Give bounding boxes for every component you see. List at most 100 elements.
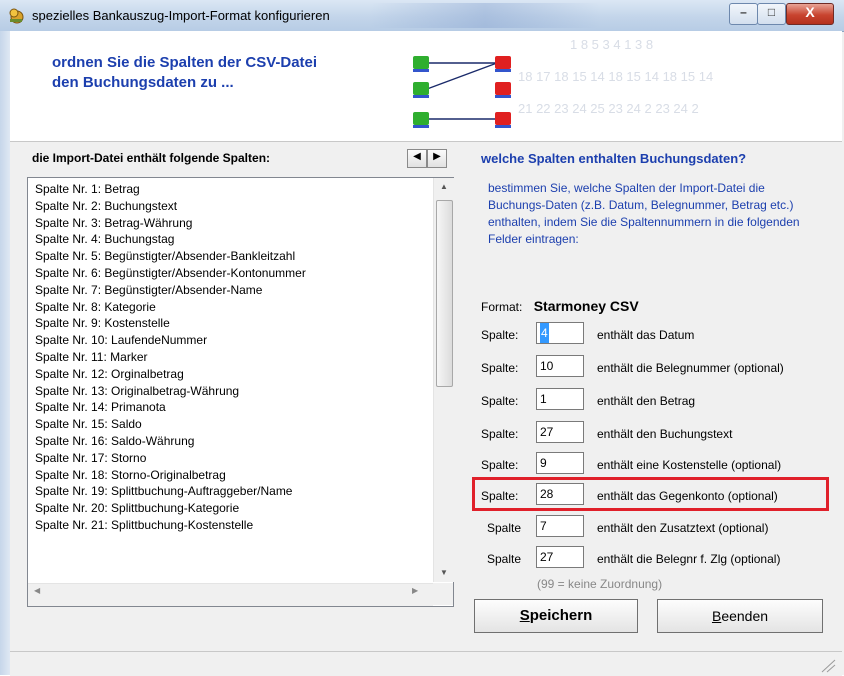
- close-mnemonic: B: [711, 608, 722, 624]
- mapping-row: Spalte 7 enthält den Zusatztext (optional): [481, 515, 831, 541]
- mapping-label: Spalte: [487, 521, 522, 535]
- list-item[interactable]: Spalte Nr. 5: Begünstigter/Absender-Bank…: [28, 248, 433, 265]
- header-banner: ordnen Sie die Spalten der CSV-Datei den…: [10, 31, 842, 142]
- window-frame-left: [0, 31, 10, 675]
- list-item[interactable]: Spalte Nr. 17: Storno: [28, 450, 433, 467]
- column-number-value: 7: [540, 519, 547, 533]
- column-number-value: 1: [540, 392, 547, 406]
- scroll-corner: [433, 583, 453, 605]
- mapping-row: Spalte: 1 enthält den Betrag: [481, 388, 831, 414]
- booking-data-heading: welche Spalten enthalten Buchungsdaten?: [481, 151, 747, 166]
- list-item[interactable]: Spalte Nr. 7: Begünstigter/Absender-Name: [28, 282, 433, 299]
- list-item[interactable]: Spalte Nr. 2: Buchungstext: [28, 198, 433, 215]
- list-item[interactable]: Spalte Nr. 18: Storno-Originalbetrag: [28, 467, 433, 484]
- mapping-description: enthält den Betrag: [597, 394, 696, 408]
- mapping-row: Spalte: 4 enthält das Datum: [481, 322, 831, 348]
- mapping-description: enthält die Belegnr f. Zlg (optional): [597, 552, 781, 566]
- list-item[interactable]: Spalte Nr. 15: Saldo: [28, 416, 433, 433]
- mapping-row: Spalte: 10 enthält die Belegnummer (option…: [481, 355, 831, 381]
- previous-button[interactable]: ◀: [407, 149, 427, 168]
- list-item[interactable]: Spalte Nr. 1: Betrag: [28, 181, 433, 198]
- next-button[interactable]: ▶: [427, 149, 447, 168]
- mapping-row: Spalte 27 enthält die Belegnr f. Zlg (opti…: [481, 546, 831, 572]
- column-number-value: 27: [540, 425, 554, 439]
- mapping-label: Spalte:: [481, 427, 519, 441]
- column-mapping-illustration-icon: [413, 56, 511, 128]
- no-assignment-hint: (99 = keine Zuordnung): [537, 577, 663, 591]
- list-item[interactable]: Spalte Nr. 4: Buchungstag: [28, 231, 433, 248]
- mapping-row: Spalte: 27 enthält den Buchungstext: [481, 421, 831, 447]
- close-icon: X: [805, 4, 815, 20]
- mapping-description: enthält das Datum: [597, 328, 695, 342]
- mapping-label: Spalte:: [481, 394, 519, 408]
- column-number-field[interactable]: 9: [536, 452, 584, 474]
- mapping-label: Spalte:: [481, 328, 519, 342]
- scroll-thumb[interactable]: [436, 200, 453, 387]
- list-item[interactable]: Spalte Nr. 21: Splittbuchung-Kostenstell…: [28, 517, 433, 534]
- close-window-button[interactable]: X: [786, 3, 834, 25]
- scroll-up-icon[interactable]: ▲: [434, 178, 454, 196]
- save-mnemonic: S: [519, 607, 530, 624]
- scroll-left-icon[interactable]: ◀: [34, 586, 40, 595]
- scroll-down-icon[interactable]: ▼: [434, 564, 454, 582]
- horizontal-scrollbar[interactable]: ◀ ▶: [28, 583, 433, 606]
- import-columns-heading: die Import-Datei enthält folgende Spalte…: [32, 151, 271, 165]
- list-item[interactable]: Spalte Nr. 11: Marker: [28, 349, 433, 366]
- column-number-value: 10: [540, 359, 554, 373]
- mapping-description: enthält eine Kostenstelle (optional): [597, 458, 782, 472]
- banner-line-2: den Buchungsdaten zu ...: [52, 74, 234, 91]
- dialog-window: spezielles Bankauszug-Import-Format konf…: [0, 0, 844, 676]
- list-item[interactable]: Spalte Nr. 13: Originalbetrag-Währung: [28, 383, 433, 400]
- column-number-field[interactable]: 10: [536, 355, 584, 377]
- list-items: Spalte Nr. 1: Betrag Spalte Nr. 2: Buchun…: [28, 178, 433, 585]
- list-item[interactable]: Spalte Nr. 10: LaufendeNummer: [28, 332, 433, 349]
- list-item[interactable]: Spalte Nr. 12: Orginalbetrag: [28, 366, 433, 383]
- arrow-right-icon: ▶: [433, 151, 441, 162]
- instructions-text: bestimmen Sie, welche Spalten der Import…: [488, 181, 800, 246]
- list-item[interactable]: Spalte Nr. 14: Primanota: [28, 399, 433, 416]
- arrow-left-icon: ◀: [413, 151, 421, 162]
- mapping-label: Spalte: [487, 552, 522, 566]
- column-number-field[interactable]: 27: [536, 546, 584, 568]
- save-button[interactable]: Speichern: [474, 599, 638, 633]
- calendar-watermark-icon: 1 8 5 3 4 1 3 8 18 17 18 15 14 18 15 14 …: [518, 37, 713, 116]
- format-value: Starmoney CSV: [533, 298, 639, 314]
- mapping-row: Spalte: 9 enthält eine Kostenstelle (optio…: [481, 452, 831, 478]
- column-number-field[interactable]: 1: [536, 388, 584, 410]
- title-bar-glow: [370, 3, 600, 28]
- close-label: eenden: [721, 608, 769, 624]
- svg-text:1 8 5 3 4 1 3 8: 1 8 5 3 4 1 3 8: [570, 37, 653, 52]
- svg-text:21 22 23 24 25 23 24 2 23 24 2: 21 22 23 24 25 23 24 2 23 24 2: [518, 101, 699, 116]
- minimize-icon: –: [740, 5, 747, 19]
- column-number-value: 27: [540, 550, 554, 564]
- list-item[interactable]: Spalte Nr. 16: Saldo-Währung: [28, 433, 433, 450]
- vertical-scrollbar[interactable]: ▲ ▼: [433, 178, 454, 582]
- window-title: spezielles Bankauszug-Import-Format konf…: [32, 8, 330, 23]
- mapping-description: enthält den Zusatztext (optional): [597, 521, 769, 535]
- import-columns-list[interactable]: Spalte Nr. 1: Betrag Spalte Nr. 2: Buchun…: [27, 177, 454, 607]
- format-label: Format:: [481, 300, 523, 314]
- column-number-value: 4: [540, 323, 549, 343]
- status-bar: [10, 651, 842, 676]
- list-item[interactable]: Spalte Nr. 19: Splittbuchung-Auftraggebe…: [28, 483, 433, 500]
- mapping-description: enthält den Buchungstext: [597, 427, 733, 441]
- save-label: peichern: [529, 607, 593, 624]
- list-item[interactable]: Spalte Nr. 20: Splittbuchung-Kategorie: [28, 500, 433, 517]
- column-number-field[interactable]: 4: [536, 322, 584, 344]
- mapping-description: enthält die Belegnummer (optional): [597, 361, 784, 375]
- maximize-icon: □: [767, 5, 776, 19]
- scroll-right-icon[interactable]: ▶: [412, 586, 418, 595]
- highlight-annotation: [472, 477, 829, 511]
- banner-line-1: ordnen Sie die Spalten der CSV-Datei: [52, 54, 318, 71]
- minimize-button[interactable]: –: [729, 3, 758, 25]
- maximize-button[interactable]: □: [757, 3, 786, 25]
- column-number-field[interactable]: 27: [536, 421, 584, 443]
- resize-grip-icon[interactable]: [818, 657, 836, 673]
- banner-heading: ordnen Sie die Spalten der CSV-Datei den…: [52, 53, 392, 93]
- close-button[interactable]: Beenden: [657, 599, 823, 633]
- list-item[interactable]: Spalte Nr. 6: Begünstigter/Absender-Kont…: [28, 265, 433, 282]
- column-number-field[interactable]: 7: [536, 515, 584, 537]
- list-item[interactable]: Spalte Nr. 8: Kategorie: [28, 299, 433, 316]
- list-item[interactable]: Spalte Nr. 3: Betrag-Währung: [28, 215, 433, 232]
- list-item[interactable]: Spalte Nr. 9: Kostenstelle: [28, 315, 433, 332]
